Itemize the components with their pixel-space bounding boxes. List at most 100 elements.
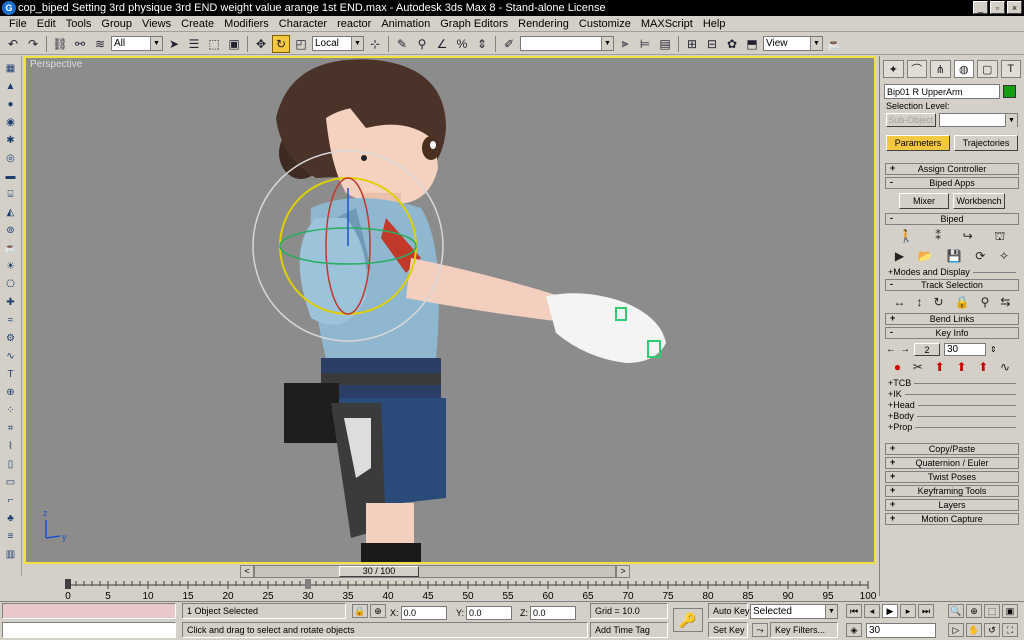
patch-icon[interactable]: ⌗ <box>3 420 19 436</box>
menu-group[interactable]: Group <box>96 18 137 30</box>
chevron-down-icon[interactable]: ▼ <box>150 37 162 50</box>
x-field[interactable]: 0.0 <box>400 605 447 620</box>
key-icon[interactable]: 🔑 <box>673 608 703 632</box>
layers-rollout[interactable]: + Layers <box>885 499 1019 511</box>
geosphere-icon[interactable]: ◉ <box>3 114 19 130</box>
select-by-name-icon[interactable]: ☰ <box>185 35 203 53</box>
render-scene-icon[interactable]: ⬒ <box>743 35 761 53</box>
link-icon[interactable]: ⛓ <box>51 35 69 53</box>
select-object-icon[interactable]: ➤ <box>165 35 183 53</box>
bind-space-warp-icon[interactable]: ≋ <box>91 35 109 53</box>
save-file-icon[interactable]: 💾 <box>947 249 962 263</box>
prev-key-frame-icon[interactable]: ◂ <box>864 604 880 618</box>
quick-render-icon[interactable]: ☕ <box>825 35 843 53</box>
prop-label[interactable]: +Prop <box>888 422 912 432</box>
next-frame-icon[interactable]: > <box>616 564 630 578</box>
menu-animation[interactable]: Animation <box>376 18 435 30</box>
menu-file[interactable]: File <box>4 18 32 30</box>
body-vertical-icon[interactable]: ↕ <box>917 295 923 309</box>
menu-views[interactable]: Views <box>137 18 176 30</box>
zoom-extents-all-icon[interactable]: ▣ <box>1002 604 1018 618</box>
menu-help[interactable]: Help <box>698 18 731 30</box>
layer-manager-icon[interactable]: ▤ <box>656 35 674 53</box>
lock-cop-icon[interactable]: 🔒 <box>955 295 970 309</box>
menu-tools[interactable]: Tools <box>61 18 97 30</box>
twist-poses-rollout[interactable]: + Twist Poses <box>885 471 1019 483</box>
maxscript-listener[interactable] <box>2 603 176 619</box>
start-key-marker[interactable] <box>65 579 71 589</box>
foliage-icon[interactable]: ♣ <box>3 510 19 526</box>
snap-icon[interactable]: ⚲ <box>413 35 431 53</box>
object-name-field[interactable]: Bip01 R UpperArm <box>884 84 1000 99</box>
object-color-swatch[interactable] <box>1003 85 1016 98</box>
sub-object-button[interactable]: Sub-Object <box>886 113 936 127</box>
key-time-field[interactable]: 30 <box>944 343 986 356</box>
play-biped-icon[interactable]: ▶ <box>895 249 904 263</box>
pivot-center-icon[interactable]: ⊹ <box>366 35 384 53</box>
zoom-extents-icon[interactable]: ⬚ <box>984 604 1000 618</box>
motion-capture-rollout[interactable]: + Motion Capture <box>885 513 1019 525</box>
spacewarp-icon[interactable]: ≈ <box>3 312 19 328</box>
figure-mode-icon[interactable]: 🚶 <box>899 229 914 245</box>
nurbs-icon[interactable]: ⌇ <box>3 438 19 454</box>
utilities-tab-icon[interactable]: T <box>1000 60 1021 78</box>
maximize-viewport-icon[interactable]: ⛶ <box>1002 623 1018 637</box>
fov-icon[interactable]: ▷ <box>948 623 964 637</box>
set-free-key-icon[interactable]: ⬆ <box>978 360 988 374</box>
biped-apps-rollout[interactable]: - Biped Apps <box>885 177 1019 189</box>
menu-character[interactable]: Character <box>274 18 332 30</box>
wall-icon[interactable]: ▥ <box>3 546 19 562</box>
select-manipulate-icon[interactable]: ✎ <box>393 35 411 53</box>
pyramid-icon[interactable]: ◭ <box>3 204 19 220</box>
spinner-icon[interactable]: ⇕ <box>990 345 997 354</box>
cone-icon[interactable]: ▲ <box>3 78 19 94</box>
symmetrical-icon[interactable]: ⚲ <box>981 295 990 309</box>
key-info-rollout[interactable]: - Key Info <box>885 327 1019 339</box>
body-horizontal-icon[interactable]: ↔ <box>894 295 906 309</box>
chevron-down-icon[interactable]: ▼ <box>825 605 837 618</box>
auto-key-button[interactable]: Auto Key <box>708 603 750 619</box>
head-label[interactable]: +Head <box>888 400 915 410</box>
bend-links-rollout[interactable]: + Bend Links <box>885 313 1019 325</box>
move-icon[interactable]: ✥ <box>252 35 270 53</box>
workbench-button[interactable]: Workbench <box>953 193 1005 209</box>
scale-icon[interactable]: ◰ <box>292 35 310 53</box>
compound-icon[interactable]: ⊕ <box>3 384 19 400</box>
copy-paste-rollout[interactable]: + Copy/Paste <box>885 443 1019 455</box>
align-icon[interactable]: ⊨ <box>636 35 654 53</box>
key-mode-toggle-icon[interactable]: ⤳ <box>752 623 768 637</box>
arc-rotate-icon[interactable]: ↺ <box>984 623 1000 637</box>
quaternion-euler-rollout[interactable]: + Quaternion / Euler <box>885 457 1019 469</box>
cylinder-icon[interactable]: ⌸ <box>3 186 19 202</box>
z-field[interactable]: 0.0 <box>530 605 576 620</box>
plane-icon[interactable]: ▬ <box>3 168 19 184</box>
perspective-viewport[interactable]: Perspective z y <box>24 56 876 564</box>
biped-rollout[interactable]: - Biped <box>885 213 1019 225</box>
next-key-icon[interactable]: → <box>900 344 910 355</box>
menu-create[interactable]: Create <box>176 18 219 30</box>
menu-graph-editors[interactable]: Graph Editors <box>435 18 513 30</box>
tcb-label[interactable]: +TCB <box>888 378 911 388</box>
keyframing-tools-rollout[interactable]: + Keyframing Tools <box>885 485 1019 497</box>
mirror-icon[interactable]: ⫸ <box>616 35 634 53</box>
set-planted-key-icon[interactable]: ⬆ <box>935 360 945 374</box>
edit-named-selection-icon[interactable]: ✐ <box>500 35 518 53</box>
helper-icon[interactable]: ✚ <box>3 294 19 310</box>
current-frame-field[interactable]: 30 <box>866 623 936 638</box>
motion-flow-icon[interactable]: ↪ <box>963 229 973 245</box>
opposite-icon[interactable]: ⇆ <box>1000 295 1010 309</box>
redo-icon[interactable]: ↷ <box>24 35 42 53</box>
menu-customize[interactable]: Customize <box>574 18 636 30</box>
parameters-tab[interactable]: Parameters <box>886 135 950 151</box>
load-file-icon[interactable]: 📂 <box>918 249 933 263</box>
motion-tab-icon[interactable]: ◍ <box>953 60 974 78</box>
zoom-icon[interactable]: 🔍 <box>948 604 964 618</box>
render-view-combo[interactable]: View ▼ <box>763 36 823 51</box>
modify-tab-icon[interactable]: ⌒ <box>906 60 927 78</box>
goto-start-icon[interactable]: ⏮ <box>846 604 862 618</box>
play-icon[interactable]: ▶ <box>882 604 898 618</box>
angle-snap-icon[interactable]: ∠ <box>433 35 451 53</box>
key-mode-icon[interactable]: ◈ <box>846 623 862 637</box>
track-bar[interactable]: 0 5 10 15 20 25 30 35 40 45 50 55 60 65 70 75 80 85 90 95 10… <box>34 579 878 601</box>
create-tab-icon[interactable]: ✦ <box>883 60 904 78</box>
